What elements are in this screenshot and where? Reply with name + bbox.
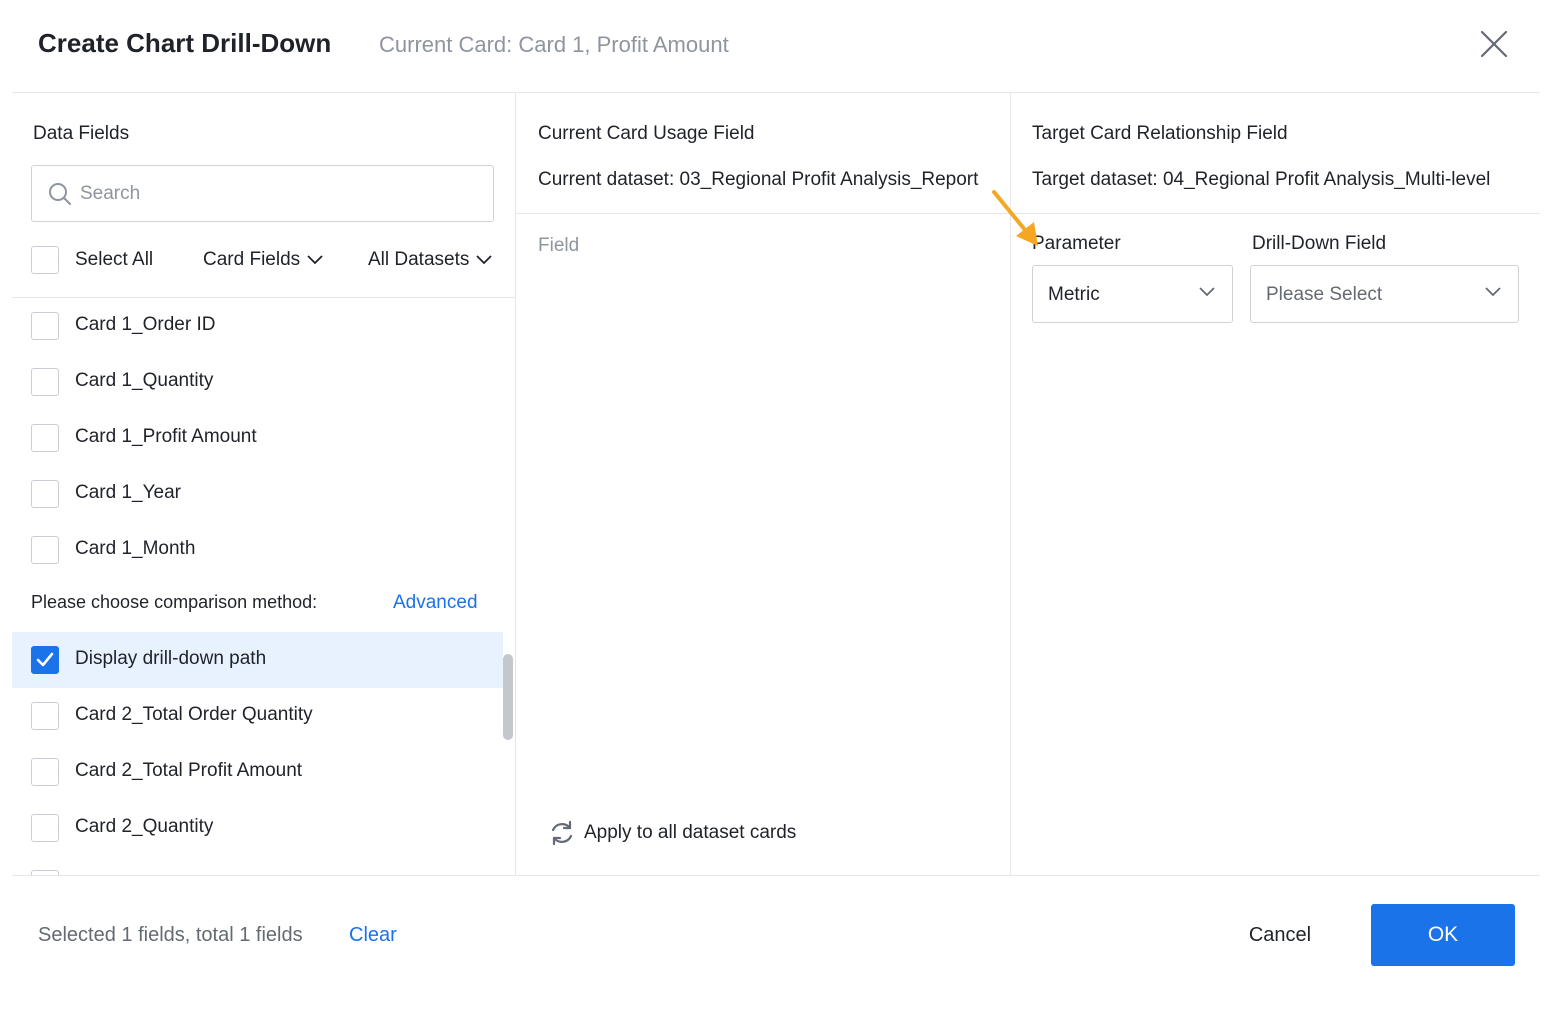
cancel-button[interactable]: Cancel xyxy=(1220,904,1340,966)
selection-status: Selected 1 fields, total 1 fields xyxy=(38,924,303,946)
list-item[interactable]: Card 1_Profit Amount xyxy=(12,410,503,466)
parameter-select[interactable]: Metric xyxy=(1032,265,1233,323)
chevron-down-icon xyxy=(1485,287,1501,297)
field-checkbox[interactable] xyxy=(31,536,59,564)
ok-button[interactable]: OK xyxy=(1371,904,1515,966)
parameter-label: Parameter xyxy=(1032,233,1121,254)
field-checkbox[interactable] xyxy=(31,480,59,508)
target-card-panel: Target Card Relationship Field Target da… xyxy=(1011,93,1540,875)
search-box[interactable] xyxy=(31,165,494,222)
field-label: Card 1_Profit Amount xyxy=(75,426,257,447)
chevron-down-icon xyxy=(1199,287,1215,297)
list-item[interactable]: Card 2_Total Order Quantity xyxy=(12,688,503,744)
drilldown-field-label: Drill-Down Field xyxy=(1252,233,1387,254)
current-dataset: Current dataset: 03_Regional Profit Anal… xyxy=(538,169,979,190)
field-checkbox[interactable] xyxy=(31,814,59,842)
target-dataset: Target dataset: 04_Regional Profit Analy… xyxy=(1032,169,1491,190)
middle-divider xyxy=(516,213,1010,214)
drilldown-field-select[interactable]: Please Select xyxy=(1250,265,1519,323)
annotation-arrow-icon xyxy=(992,190,1038,246)
field-label: Card 1_Order ID xyxy=(75,314,216,335)
select-all-label: Select All xyxy=(75,249,154,270)
refresh-icon xyxy=(551,820,573,846)
field-label: Card 2_Total Order Quantity xyxy=(75,704,313,725)
comparison-method-row: Please choose comparison method: Advance… xyxy=(12,576,503,632)
select-all-checkbox[interactable] xyxy=(31,246,59,274)
close-button[interactable] xyxy=(1478,28,1510,60)
field-label: Card 2_Total Profit Amount xyxy=(75,760,303,781)
search-icon xyxy=(49,183,71,205)
card-fields-label: Card Fields xyxy=(203,249,301,270)
target-card-title: Target Card Relationship Field xyxy=(1032,123,1288,144)
all-datasets-label: All Datasets xyxy=(368,249,470,270)
chevron-down-icon xyxy=(307,255,323,265)
field-label: Card 2_Quantity xyxy=(75,816,214,837)
field-label: Card 1_Month xyxy=(75,538,196,559)
card-fields-dropdown[interactable]: Card Fields xyxy=(203,249,324,271)
check-icon xyxy=(36,652,54,667)
clear-link[interactable]: Clear xyxy=(349,924,397,947)
parameter-value: Metric xyxy=(1048,284,1100,305)
field-checkbox-checked[interactable] xyxy=(31,646,59,674)
field-checkbox[interactable] xyxy=(31,758,59,786)
dialog-footer: Selected 1 fields, total 1 fields Clear … xyxy=(0,876,1552,1013)
search-input[interactable] xyxy=(80,166,480,221)
field-checkbox[interactable] xyxy=(31,702,59,730)
field-checkbox[interactable] xyxy=(31,424,59,452)
list-item[interactable]: Card 1_Year xyxy=(12,466,503,522)
field-column-header: Field xyxy=(538,235,580,256)
dialog-subtitle: Current Card: Card 1, Profit Amount xyxy=(379,32,729,57)
field-list: Card 1_Order ID Card 1_Quantity Card 1_P… xyxy=(12,298,515,875)
apply-all-button[interactable]: Apply to all dataset cards xyxy=(548,819,796,847)
list-item-partial[interactable] xyxy=(12,856,503,875)
filter-row: Select All Card Fields All Datasets xyxy=(12,243,515,297)
data-fields-panel: Data Fields Select All Card Fields All D… xyxy=(12,93,515,875)
list-item[interactable]: Card 2_Total Profit Amount xyxy=(12,744,503,800)
drilldown-placeholder: Please Select xyxy=(1266,284,1383,305)
current-card-title: Current Card Usage Field xyxy=(538,123,755,144)
field-checkbox[interactable] xyxy=(31,368,59,396)
list-item-selected[interactable]: Display drill-down path xyxy=(12,632,503,688)
data-fields-title: Data Fields xyxy=(33,123,130,144)
scrollbar-thumb[interactable] xyxy=(503,654,513,740)
chevron-down-icon xyxy=(476,255,493,265)
list-item[interactable]: Card 1_Month xyxy=(12,522,503,578)
right-divider xyxy=(1011,213,1540,214)
dialog-header: Create Chart Drill-Down Current Card: Ca… xyxy=(0,0,1552,92)
field-label: Card 1_Quantity xyxy=(75,370,214,391)
field-label: Display drill-down path xyxy=(75,648,267,669)
list-item[interactable]: Card 1_Order ID xyxy=(12,298,503,354)
field-checkbox[interactable] xyxy=(31,312,59,340)
list-item[interactable]: Card 2_Quantity xyxy=(12,800,503,856)
advanced-link[interactable]: Advanced xyxy=(393,592,478,614)
field-label: Card 1_Year xyxy=(75,482,181,503)
comparison-method-label: Please choose comparison method: xyxy=(31,592,318,612)
apply-all-label: Apply to all dataset cards xyxy=(584,822,797,844)
close-icon xyxy=(1480,30,1508,58)
all-datasets-dropdown[interactable]: All Datasets xyxy=(368,249,493,271)
current-card-panel: Current Card Usage Field Current dataset… xyxy=(516,93,1010,875)
dialog-title: Create Chart Drill-Down xyxy=(38,28,332,58)
list-item[interactable]: Card 1_Quantity xyxy=(12,354,503,410)
